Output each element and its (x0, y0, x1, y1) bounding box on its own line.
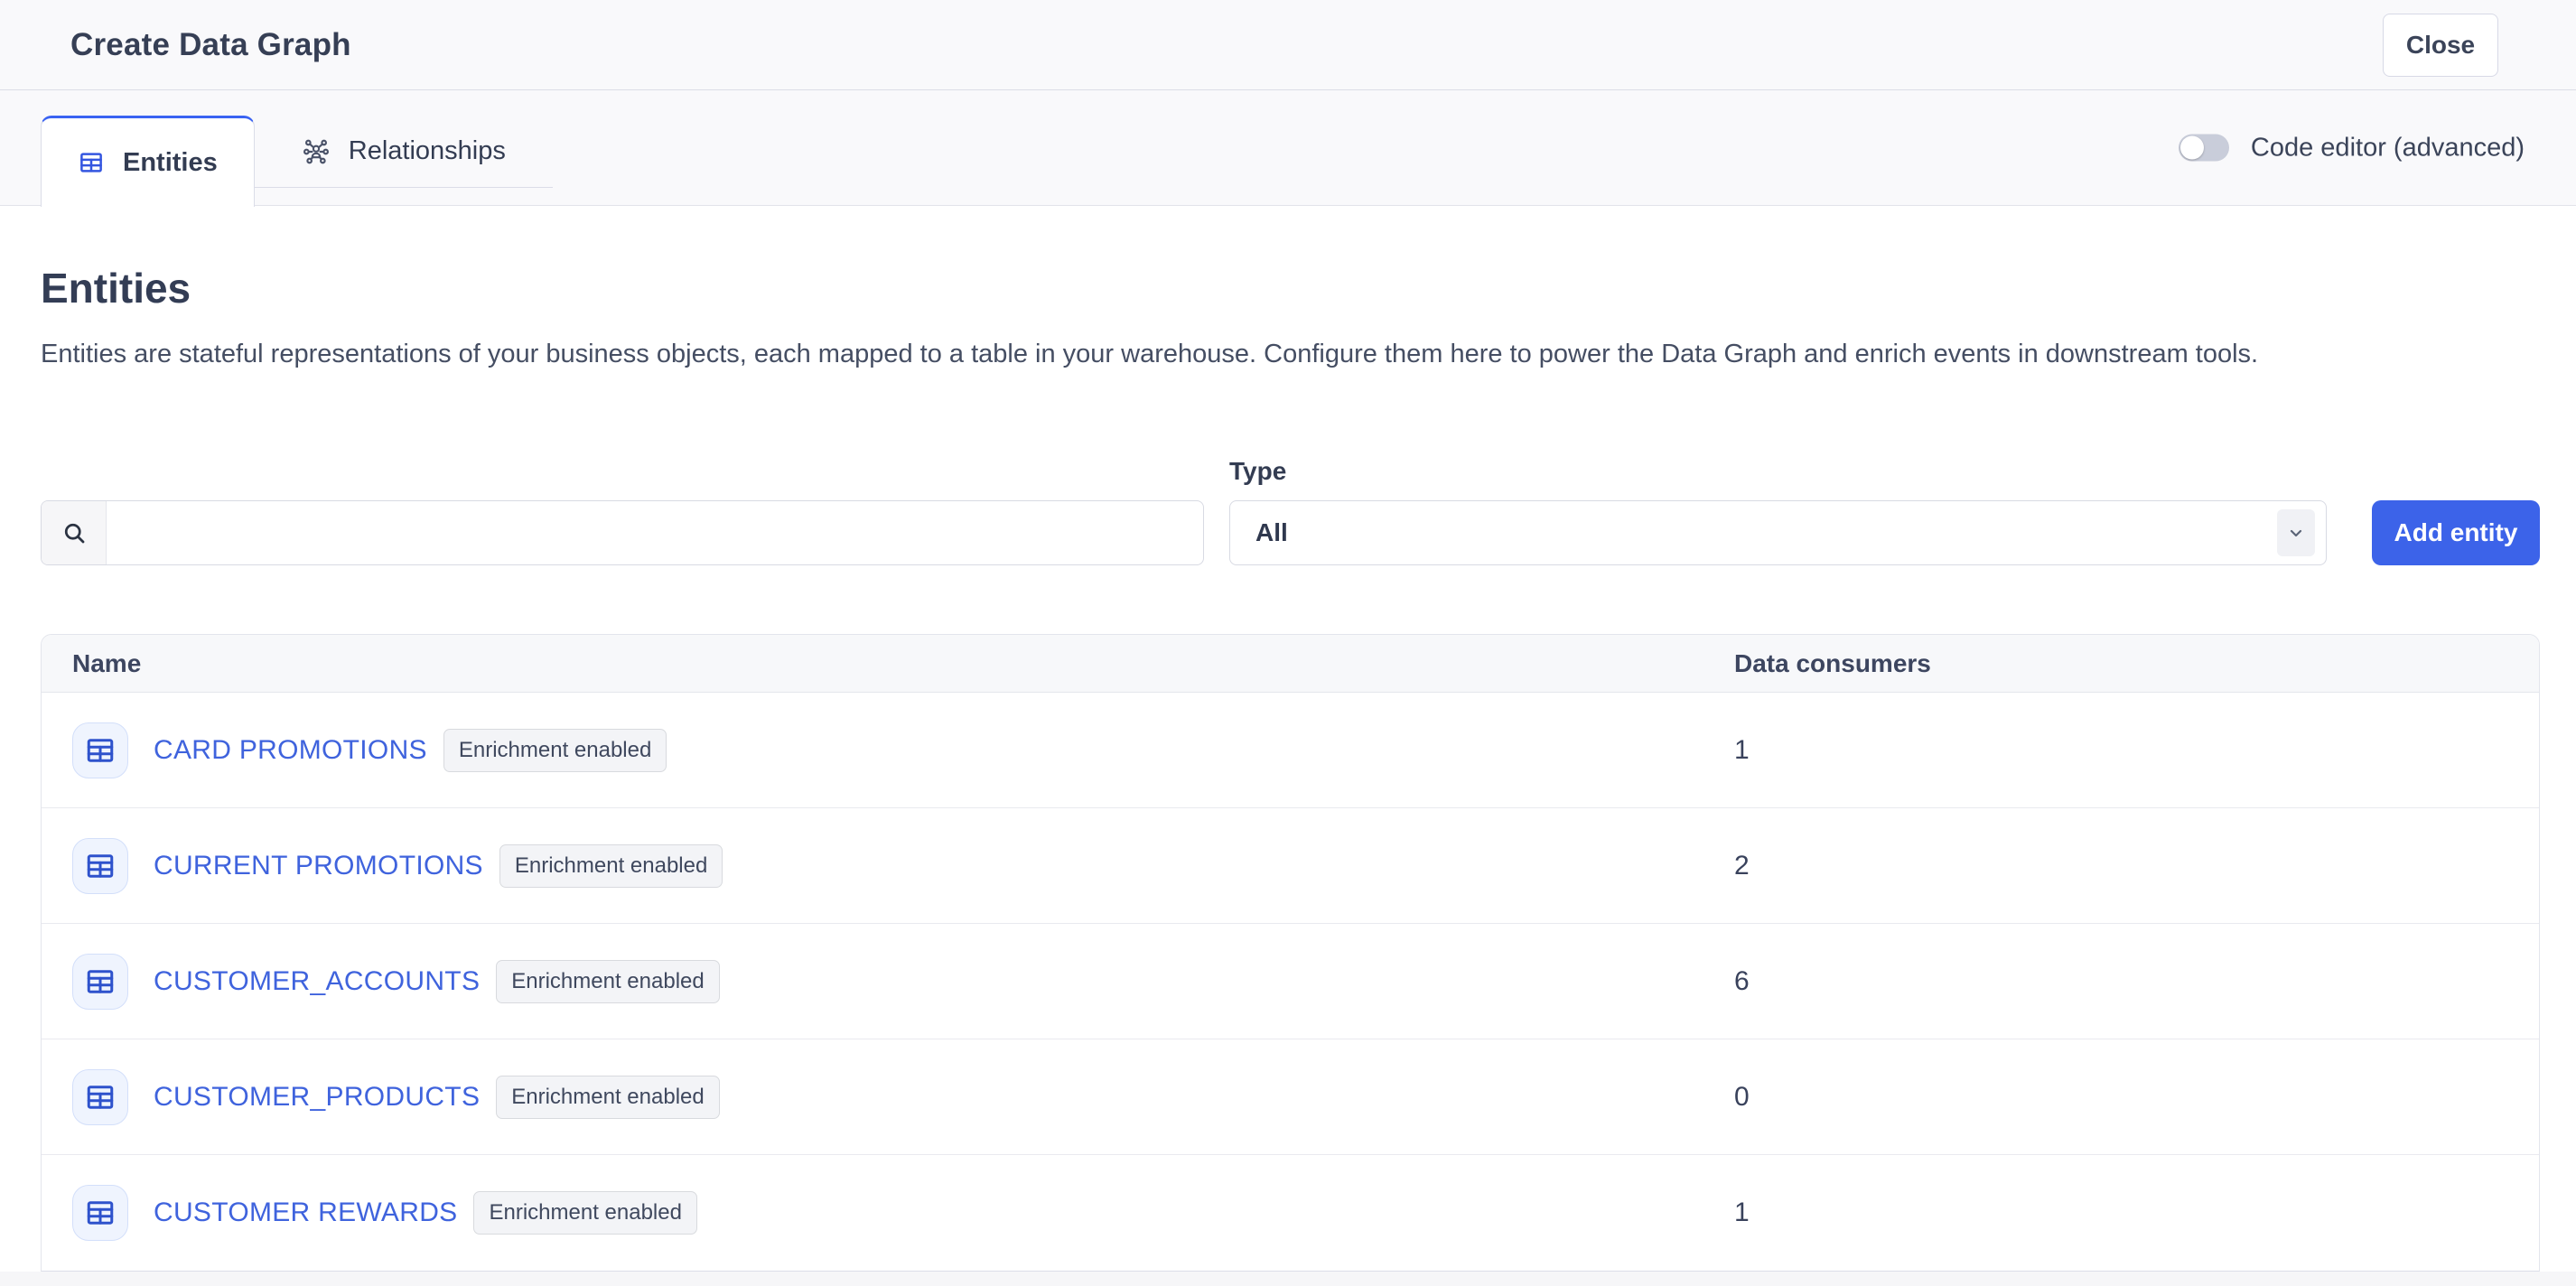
table-body: CARD PROMOTIONS Enrichment enabled 1 CUR… (42, 693, 2539, 1271)
search-field-group (41, 500, 1204, 565)
chevron-down-icon (2277, 509, 2315, 556)
search-input[interactable] (107, 501, 1203, 564)
tab-relationships[interactable]: Relationships (255, 116, 553, 188)
table-row: CURRENT PROMOTIONS Enrichment enabled 2 (42, 808, 2539, 924)
entity-name-link[interactable]: CUSTOMER REWARDS (154, 1197, 457, 1228)
network-icon (302, 137, 331, 166)
data-consumers-count: 1 (1734, 1197, 2539, 1228)
page-title: Create Data Graph (70, 27, 351, 63)
entities-panel: Entities Entities are stateful represent… (0, 264, 2576, 1286)
entity-name-cell: CUSTOMER_ACCOUNTS Enrichment enabled (42, 954, 1734, 1010)
entities-table: Name Data consumers CARD PROMOTIONS Enri… (41, 634, 2540, 1272)
entity-name-cell: CUSTOMER REWARDS Enrichment enabled (42, 1185, 1734, 1241)
data-consumers-count: 0 (1734, 1082, 2539, 1113)
entity-table-icon (72, 1069, 128, 1125)
data-consumers-count: 6 (1734, 966, 2539, 997)
data-consumers-count: 1 (1734, 735, 2539, 766)
entity-name-link[interactable]: CUSTOMER_ACCOUNTS (154, 966, 480, 997)
entity-table-icon (72, 722, 128, 778)
entity-name-cell: CUSTOMER_PRODUCTS Enrichment enabled (42, 1069, 1734, 1125)
enrichment-badge: Enrichment enabled (443, 729, 667, 772)
enrichment-badge: Enrichment enabled (499, 844, 723, 888)
section-heading: Entities (41, 264, 2540, 312)
table-row: CUSTOMER_PRODUCTS Enrichment enabled 0 (42, 1039, 2539, 1155)
tab-entities[interactable]: Entities (41, 116, 255, 207)
modal-header: Create Data Graph Close (0, 0, 2576, 90)
type-select-value: All (1255, 518, 1288, 547)
entity-table-icon (72, 838, 128, 894)
entity-name-link[interactable]: CUSTOMER_PRODUCTS (154, 1082, 480, 1113)
filter-controls: Type All Add entity (41, 457, 2540, 565)
entity-table-icon (72, 954, 128, 1010)
code-editor-toggle[interactable] (2179, 135, 2229, 162)
tab-relationships-label: Relationships (349, 136, 506, 166)
table-icon (78, 149, 105, 176)
entity-name-cell: CURRENT PROMOTIONS Enrichment enabled (42, 838, 1734, 894)
type-select[interactable]: All (1229, 500, 2327, 565)
toggle-knob (2180, 136, 2204, 160)
code-editor-toggle-label: Code editor (advanced) (2251, 133, 2525, 163)
search-icon (42, 501, 107, 564)
enrichment-badge: Enrichment enabled (496, 960, 719, 1003)
entity-table-icon (72, 1185, 128, 1241)
table-row: CUSTOMER_ACCOUNTS Enrichment enabled 6 (42, 924, 2539, 1039)
column-header-data-consumers: Data consumers (1734, 649, 2539, 678)
section-description: Entities are stateful representations of… (41, 336, 2540, 372)
entity-name-link[interactable]: CARD PROMOTIONS (154, 735, 427, 766)
tab-bar: Entities Relationships Code editor (adva… (0, 90, 2576, 206)
entity-name-link[interactable]: CURRENT PROMOTIONS (154, 851, 483, 881)
table-row: CUSTOMER REWARDS Enrichment enabled 1 (42, 1155, 2539, 1271)
entity-name-cell: CARD PROMOTIONS Enrichment enabled (42, 722, 1734, 778)
type-filter-label: Type (1229, 457, 2327, 486)
table-row: CARD PROMOTIONS Enrichment enabled 1 (42, 693, 2539, 808)
add-entity-button[interactable]: Add entity (2372, 500, 2540, 565)
table-header-row: Name Data consumers (42, 635, 2539, 693)
data-consumers-count: 2 (1734, 851, 2539, 881)
code-editor-toggle-group: Code editor (advanced) (2179, 133, 2525, 163)
column-header-name: Name (42, 649, 1734, 678)
enrichment-badge: Enrichment enabled (473, 1191, 696, 1235)
tab-entities-label: Entities (123, 148, 218, 178)
type-filter-group: Type All (1229, 457, 2327, 565)
enrichment-badge: Enrichment enabled (496, 1076, 719, 1119)
footer-strip (0, 1272, 2576, 1286)
close-button[interactable]: Close (2383, 14, 2498, 77)
